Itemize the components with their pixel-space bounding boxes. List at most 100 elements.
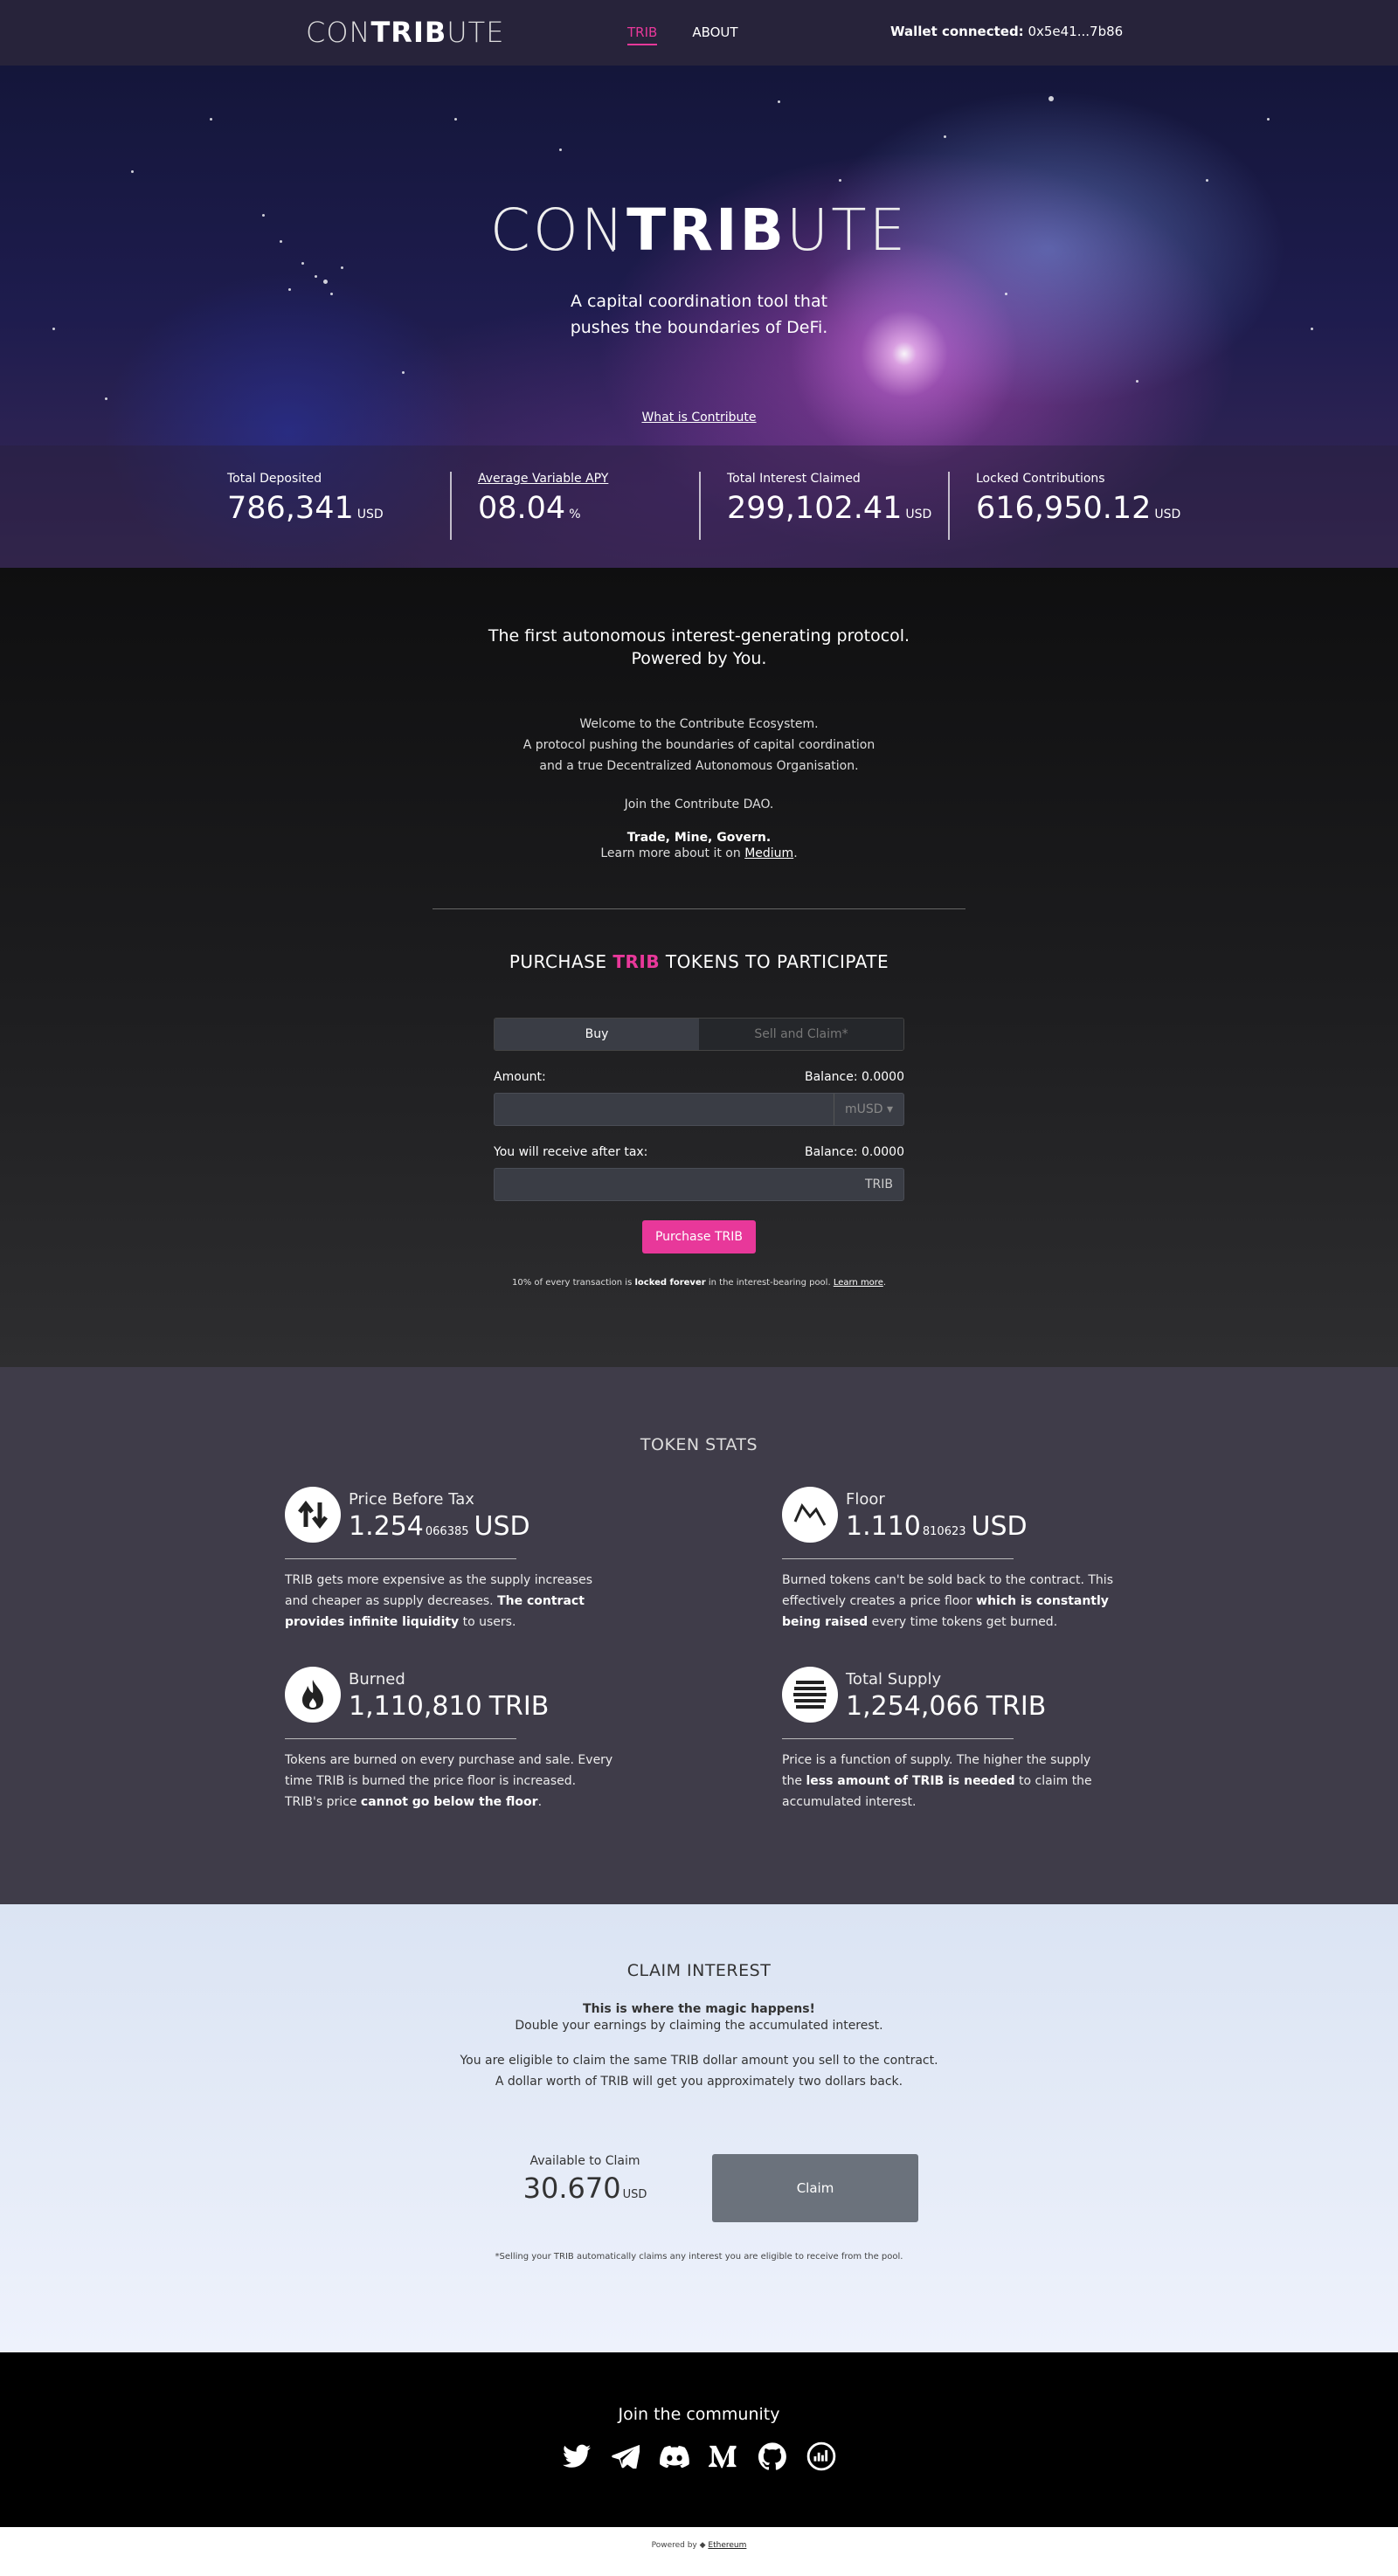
nav-link-trib[interactable]: TRIB	[627, 24, 658, 45]
purchase-title-suffix: TOKENS TO PARTICIPATE	[660, 951, 889, 972]
telegram-icon[interactable]	[609, 2440, 642, 2473]
available-unit: USD	[622, 2188, 647, 2201]
hero-logo-light: CON	[489, 197, 627, 264]
learn-more-link[interactable]: Learn more	[834, 1278, 883, 1288]
card-unit: TRIB	[488, 1691, 550, 1722]
card-description: TRIB gets more expensive as the supply i…	[285, 1570, 617, 1633]
card-value: 1,254,066 TRIB	[846, 1691, 1046, 1722]
stat-unit: USD	[1154, 508, 1181, 521]
twitter-icon[interactable]	[560, 2440, 593, 2473]
card-divider	[782, 1558, 1014, 1559]
stat-label: Locked Contributions	[976, 472, 1105, 486]
nav-link-about[interactable]: ABOUT	[692, 24, 737, 45]
available-label: Available to Claim	[529, 2154, 640, 2168]
purchase-title: PURCHASE TRIB TOKENS TO PARTICIPATE	[0, 951, 1398, 972]
card-description: Tokens are burned on every purchase and …	[285, 1750, 617, 1813]
receive-currency: TRIB	[864, 1178, 893, 1191]
card-description: Burned tokens can't be sold back to the …	[782, 1570, 1114, 1633]
top-nav: CONTRIBUTE TRIB ABOUT Wallet connected: …	[0, 0, 1398, 66]
github-icon[interactable]	[756, 2440, 789, 2473]
medium-link[interactable]: Medium	[744, 846, 793, 860]
claim-note: *Selling your TRIB automatically claims …	[495, 2252, 903, 2262]
eligibility-line-1: You are eligible to claim the same TRIB …	[460, 2054, 938, 2068]
stat-unit: USD	[905, 508, 932, 521]
hero-logo-tail: UTE	[786, 197, 909, 264]
stat-value: 299,102.41	[727, 491, 903, 526]
ethereum-link[interactable]: Ethereum	[708, 2541, 746, 2550]
card-divider	[285, 1558, 516, 1559]
claim-button[interactable]: Claim	[712, 2154, 918, 2222]
receive-balance: Balance: 0.0000	[805, 1145, 904, 1159]
claim-double: Double your earnings by claiming the acc…	[515, 2019, 883, 2033]
desc-part-2: every time tokens get burned.	[868, 1615, 1058, 1629]
nav-links: TRIB ABOUT	[627, 24, 738, 45]
analytics-icon[interactable]	[805, 2440, 838, 2473]
caret-down-icon: ▾	[886, 1102, 893, 1116]
welcome-line-2: A protocol pushing the boundaries of cap…	[523, 738, 875, 752]
wallet-status[interactable]: Wallet connected: 0x5e41...7b86	[890, 24, 1123, 39]
trade-mine-govern: Trade, Mine, Govern.	[626, 831, 772, 845]
hero-section: CONTRIBUTE A capital coordination tool t…	[0, 66, 1398, 568]
wallet-address: 0x5e41...7b86	[1028, 24, 1124, 39]
card-value-main: 1,110,810	[349, 1691, 482, 1722]
welcome-line-1: Welcome to the Contribute Ecosystem.	[579, 717, 819, 731]
tax-notice-bold: locked forever	[634, 1278, 706, 1288]
stat-label-link[interactable]: Average Variable APY	[478, 472, 699, 486]
card-value: 1.110 810623 USD	[846, 1511, 1028, 1542]
stat-unit: USD	[356, 508, 384, 521]
learn-suffix: .	[793, 846, 798, 860]
receive-row: You will receive after tax: Balance: 0.0…	[494, 1145, 904, 1159]
tab-sell-and-claim[interactable]: Sell and Claim*	[699, 1019, 903, 1050]
discord-icon[interactable]	[658, 2440, 691, 2473]
currency-dropdown[interactable]: mUSD ▾	[833, 1094, 903, 1125]
token-stats-section: TOKEN STATS Price Before Tax 1.254 066385…	[0, 1367, 1398, 1904]
purchase-form: Buy Sell and Claim* Amount: Balance: 0.0…	[494, 1018, 904, 1253]
ethereum-icon: ◆	[699, 2541, 706, 2550]
card-unit: USD	[474, 1511, 530, 1542]
stat-label: Total Interest Claimed	[727, 472, 861, 486]
join-community: Join the community	[618, 2405, 780, 2424]
welcome-line-3: and a true Decentralized Autonomous Orga…	[539, 759, 859, 773]
hero-logo-bold: TRIB	[626, 197, 786, 264]
arrows-up-down-icon	[285, 1487, 341, 1543]
amount-input-group: mUSD ▾	[494, 1093, 904, 1126]
intro-heading-line-1: The first autonomous interest-generating…	[488, 626, 910, 646]
stat-average-apy: Average Variable APY 08.04%	[450, 472, 699, 540]
stat-value: 08.04	[478, 491, 566, 526]
card-value: 1.254 066385 USD	[349, 1511, 530, 1542]
amount-balance: Balance: 0.0000	[805, 1070, 904, 1084]
tax-notice: 10% of every transaction is locked forev…	[0, 1278, 1398, 1288]
receive-input[interactable]	[495, 1169, 903, 1200]
wallet-label: Wallet connected:	[890, 24, 1024, 39]
learn-prefix: Learn more about it on	[600, 846, 745, 860]
card-value-main: 1.110	[846, 1511, 921, 1542]
what-is-contribute-link[interactable]: What is Contribute	[0, 411, 1398, 425]
purchase-title-accent: TRIB	[612, 951, 661, 972]
purchase-section: The first autonomous interest-generating…	[0, 568, 1398, 1367]
logo-text-light: CON	[306, 16, 371, 49]
claim-section: CLAIM INTEREST This is where the magic h…	[0, 1904, 1398, 2352]
medium-icon[interactable]	[707, 2440, 740, 2473]
card-divider	[285, 1738, 516, 1739]
stat-value: 786,341	[227, 491, 354, 526]
card-value-small: 810623	[922, 1525, 966, 1538]
card-divider	[782, 1738, 1014, 1739]
currency-label: mUSD	[844, 1102, 883, 1116]
card-value-main: 1.254	[349, 1511, 424, 1542]
token-stats-title: TOKEN STATS	[640, 1435, 758, 1454]
stat-label: Total Deposited	[227, 472, 322, 486]
claim-title: CLAIM INTEREST	[626, 1961, 772, 1980]
tax-notice-end: .	[882, 1278, 887, 1288]
tab-buy[interactable]: Buy	[495, 1019, 699, 1050]
amount-label: Amount:	[494, 1070, 546, 1084]
card-value-main: 1,254,066	[846, 1691, 979, 1722]
purchase-title-prefix: PURCHASE	[509, 951, 613, 972]
chart-icon	[782, 1487, 838, 1543]
purchase-trib-button[interactable]: Purchase TRIB	[642, 1220, 756, 1253]
buy-sell-tabs: Buy Sell and Claim*	[494, 1018, 904, 1051]
logo-text-tail: UTE	[446, 16, 505, 49]
social-icons	[0, 2440, 1398, 2473]
nav-logo[interactable]: CONTRIBUTE	[306, 16, 504, 49]
stack-icon	[782, 1667, 838, 1723]
available-value: 30.670 USD	[517, 2172, 653, 2205]
